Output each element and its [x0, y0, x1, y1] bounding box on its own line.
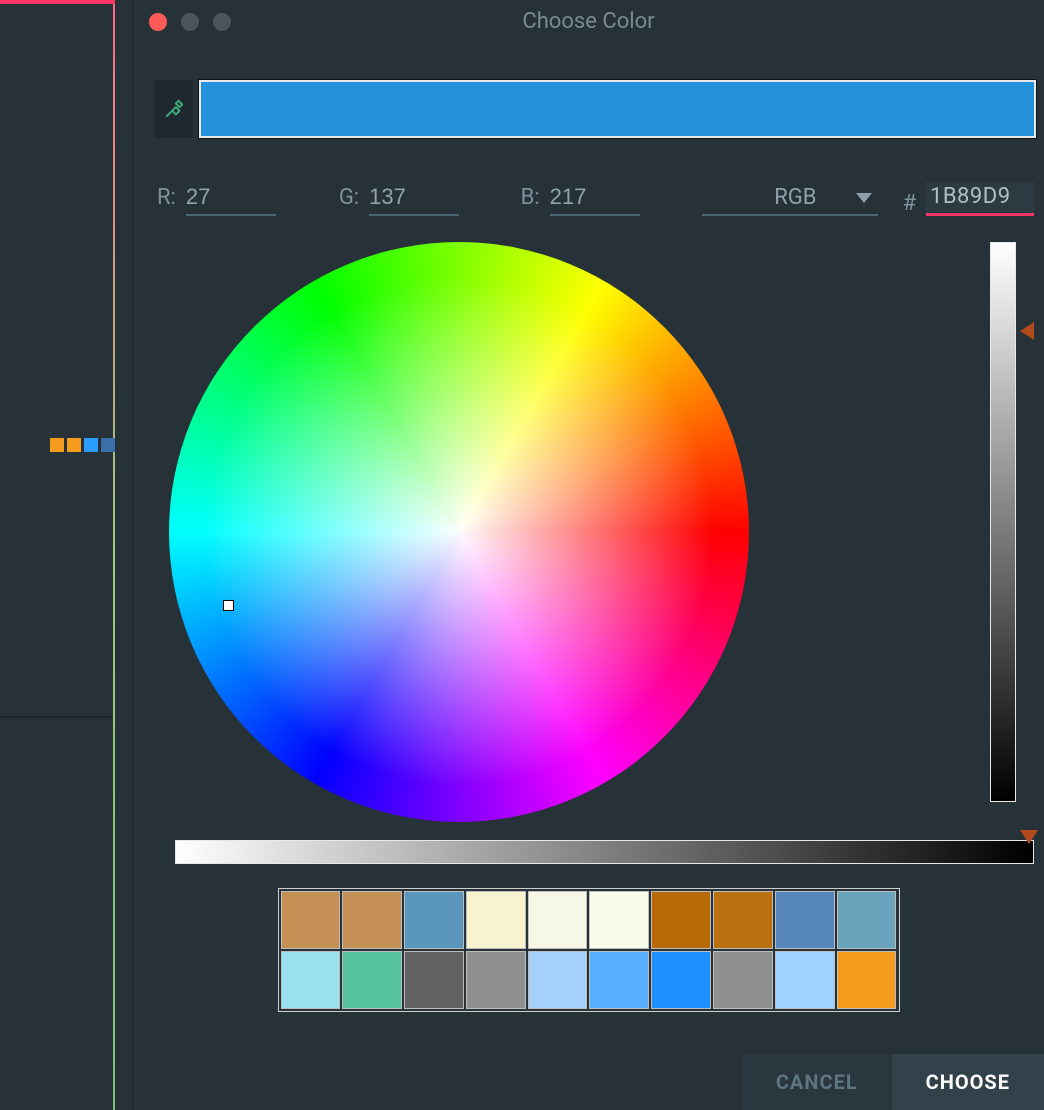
palette-swatch[interactable]: [651, 891, 711, 949]
minimize-window-button[interactable]: [181, 13, 199, 31]
palette-swatch[interactable]: [775, 951, 835, 1009]
zoom-window-button[interactable]: [213, 13, 231, 31]
hex-input[interactable]: [926, 182, 1034, 216]
palette-swatch[interactable]: [589, 951, 649, 1009]
palette-swatch[interactable]: [837, 891, 897, 949]
palette-swatch[interactable]: [775, 891, 835, 949]
red-label: R:: [157, 185, 176, 210]
color-chip: [50, 438, 64, 452]
palette-swatch[interactable]: [651, 951, 711, 1009]
blue-label: B:: [521, 185, 540, 210]
green-label: G:: [339, 185, 359, 210]
red-channel: R:: [157, 184, 335, 216]
palette-swatch[interactable]: [342, 891, 402, 949]
preview-row: [133, 44, 1044, 138]
palette-swatch[interactable]: [466, 951, 526, 1009]
palette-swatch[interactable]: [528, 891, 588, 949]
palette-swatch[interactable]: [466, 891, 526, 949]
color-chip: [101, 438, 115, 452]
color-wheel-cursor[interactable]: [224, 601, 233, 610]
palette-swatch[interactable]: [837, 951, 897, 1009]
cancel-button[interactable]: CANCEL: [742, 1054, 892, 1110]
lightness-slider-thumb[interactable]: [1020, 830, 1038, 844]
eyedropper-button[interactable]: [155, 80, 193, 138]
color-picker-dialog: Choose Color R: G: B: RGB #: [132, 0, 1044, 1110]
dialog-button-row: CANCEL CHOOSE: [742, 1054, 1044, 1110]
palette-swatch[interactable]: [713, 951, 773, 1009]
green-channel: G:: [339, 184, 517, 216]
palette-swatch[interactable]: [404, 951, 464, 1009]
channel-inputs-row: R: G: B: RGB #: [133, 138, 1044, 216]
color-chip: [67, 438, 81, 452]
chevron-down-icon: [856, 193, 872, 203]
color-chip-row: [50, 438, 115, 452]
value-slider-thumb[interactable]: [1020, 322, 1034, 340]
blue-input[interactable]: [550, 184, 640, 216]
palette-swatch[interactable]: [589, 891, 649, 949]
lightness-slider-wrap: [175, 840, 1034, 864]
color-mode-value: RGB: [774, 185, 816, 210]
color-wheel[interactable]: [169, 242, 749, 822]
vertical-accent-bar: [113, 4, 115, 1110]
top-accent-bar: [0, 0, 115, 4]
color-pick-area: [169, 242, 1034, 822]
panel-divider: [0, 716, 112, 718]
window-controls: [149, 13, 231, 31]
dialog-title: Choose Color: [133, 9, 1044, 34]
blue-channel: B:: [521, 184, 699, 216]
close-window-button[interactable]: [149, 13, 167, 31]
titlebar: Choose Color: [133, 0, 1044, 44]
eyedropper-icon: [163, 98, 185, 120]
palette-swatch[interactable]: [713, 891, 773, 949]
swatch-palette: [278, 888, 900, 1012]
palette-swatch[interactable]: [404, 891, 464, 949]
palette-swatch[interactable]: [281, 951, 341, 1009]
hex-hash-label: #: [902, 191, 916, 216]
palette-swatch[interactable]: [528, 951, 588, 1009]
lightness-slider[interactable]: [175, 840, 1034, 864]
color-preview-swatch: [199, 80, 1036, 138]
editor-background-strip: [0, 0, 132, 1110]
palette-swatch[interactable]: [281, 891, 341, 949]
color-mode-dropdown[interactable]: RGB: [702, 185, 878, 216]
palette-swatch[interactable]: [342, 951, 402, 1009]
red-input[interactable]: [186, 184, 276, 216]
choose-button[interactable]: CHOOSE: [892, 1054, 1044, 1110]
value-slider[interactable]: [990, 242, 1016, 802]
color-chip: [84, 438, 98, 452]
green-input[interactable]: [369, 184, 459, 216]
